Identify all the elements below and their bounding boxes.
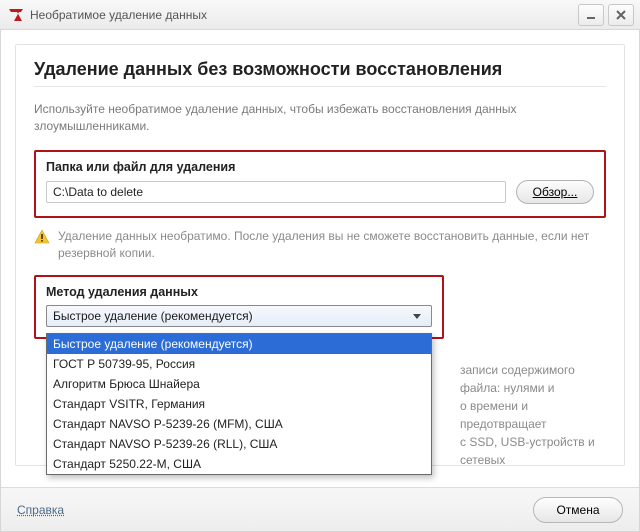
- window-title: Необратимое удаление данных: [30, 8, 574, 22]
- method-option[interactable]: Алгоритм Брюса Шнайера: [47, 374, 431, 394]
- method-option[interactable]: Стандарт 5250.22-M, США: [47, 454, 431, 474]
- method-select-value: Быстрое удаление (рекомендуется): [53, 309, 253, 323]
- divider: [34, 86, 606, 87]
- warning-row: Удаление данных необратимо. После удален…: [34, 228, 606, 262]
- app-logo-icon: [8, 7, 24, 23]
- path-group: Папка или файл для удаления Обзор...: [34, 150, 606, 218]
- method-option[interactable]: Стандарт VSITR, Германия: [47, 394, 431, 414]
- help-link[interactable]: Справка: [17, 503, 64, 517]
- intro-text: Используйте необратимое удаление данных,…: [34, 101, 606, 136]
- method-option[interactable]: Стандарт NAVSO P-5239-26 (RLL), США: [47, 434, 431, 454]
- cancel-button[interactable]: Отмена: [533, 497, 623, 523]
- method-option[interactable]: ГОСТ Р 50739-95, Россия: [47, 354, 431, 374]
- method-dropdown[interactable]: Быстрое удаление (рекомендуется)ГОСТ Р 5…: [46, 333, 432, 475]
- method-group: Метод удаления данных Быстрое удаление (…: [34, 275, 444, 339]
- path-input[interactable]: [46, 181, 506, 203]
- desc-frag: с SSD, USB-устройств и сетевых: [460, 433, 602, 469]
- method-select[interactable]: Быстрое удаление (рекомендуется): [46, 305, 432, 327]
- minimize-button[interactable]: [578, 4, 604, 26]
- warning-icon: [34, 229, 50, 245]
- warning-text: Удаление данных необратимо. После удален…: [58, 228, 606, 262]
- method-group-label: Метод удаления данных: [46, 285, 432, 299]
- method-option[interactable]: Стандарт NAVSO P-5239-26 (MFM), США: [47, 414, 431, 434]
- main-panel: Удаление данных без возможности восстано…: [15, 44, 625, 466]
- method-description-clipped: записи содержимого файла: нулями и о вре…: [460, 361, 602, 469]
- chevron-down-icon: [409, 308, 425, 324]
- titlebar: Необратимое удаление данных: [0, 0, 640, 30]
- desc-frag: о времени и предотвращает: [460, 397, 602, 433]
- close-button[interactable]: [608, 4, 634, 26]
- path-group-label: Папка или файл для удаления: [46, 160, 594, 174]
- method-option[interactable]: Быстрое удаление (рекомендуется): [47, 334, 431, 354]
- browse-button[interactable]: Обзор...: [516, 180, 594, 204]
- footer: Справка Отмена: [1, 487, 639, 531]
- desc-frag: записи содержимого файла: нулями и: [460, 361, 602, 397]
- page-title: Удаление данных без возможности восстано…: [34, 59, 606, 80]
